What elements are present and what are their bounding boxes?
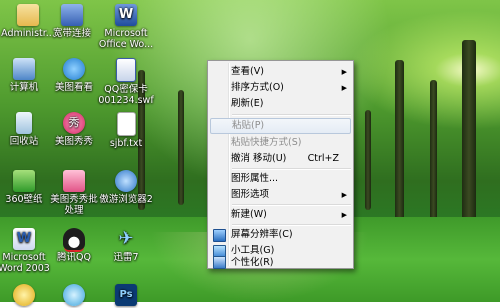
desktop-icon-label: 美图看看	[54, 82, 93, 93]
meitu-xiuxiu-icon: 秀	[63, 112, 85, 134]
menu-separator	[232, 168, 351, 170]
desktop-icon-label: sjbf.txt	[109, 138, 143, 149]
xunlei-bird-icon: ✈	[118, 228, 134, 249]
menu-item-graphics-properties[interactable]: 图形属性...	[210, 171, 351, 187]
desktop-icon-recycle-bin[interactable]: 回收站	[0, 112, 52, 147]
submenu-arrow-icon: ▶	[341, 84, 347, 92]
menu-item-sort-by[interactable]: 排序方式(O) ▶	[210, 80, 351, 96]
desktop-icon-360-wallpaper[interactable]: 360壁纸	[0, 170, 52, 205]
desktop-icon-meitu-viewer[interactable]: 美图看看	[46, 58, 102, 93]
menu-item-label: 查看(V)	[231, 66, 264, 77]
desktop-icon-qq-card-swf[interactable]: QQ密保卡 001234.swf	[98, 58, 154, 106]
qq-penguin-icon	[63, 228, 85, 250]
browser-icon	[115, 170, 137, 192]
menu-item-label: 刷新(E)	[231, 98, 264, 109]
menu-item-label: 新建(W)	[231, 209, 267, 220]
wallpaper-app-icon	[13, 170, 35, 192]
menu-item-label: 屏幕分辨率(C)	[231, 229, 293, 240]
desktop-icon-label: QQ密保卡 001234.swf	[98, 84, 154, 106]
desktop-icon-meitu-xiuxiu[interactable]: 秀 美图秀秀	[46, 112, 102, 147]
menu-item-label: 图形选项	[231, 189, 270, 200]
menu-separator	[232, 114, 351, 116]
tree-trunk	[430, 80, 437, 220]
desktop-icon-computer[interactable]: 计算机	[0, 58, 52, 93]
desktop-icon-label: 计算机	[9, 82, 39, 93]
flash-file-icon	[116, 58, 136, 82]
app-icon	[13, 284, 35, 306]
word-document-icon: W	[115, 4, 137, 26]
menu-item-label: 粘贴(P)	[232, 120, 265, 131]
desktop-icon-xunlei[interactable]: ✈ 迅雷7	[98, 228, 154, 263]
submenu-arrow-icon: ▶	[341, 68, 347, 76]
menu-item-undo-move[interactable]: 撤消 移动(U) Ctrl+Z	[210, 151, 351, 167]
word-document-icon: W	[13, 228, 35, 250]
desktop-icon-label: 美图秀秀批处理	[50, 194, 98, 216]
computer-icon	[13, 58, 35, 80]
desktop-icon-label: Microsoft Word 2003	[0, 252, 50, 274]
text-file-icon	[116, 112, 136, 136]
recycle-bin-icon	[16, 112, 32, 134]
menu-item-paste-shortcut[interactable]: 粘贴快捷方式(S)	[210, 135, 351, 151]
desktop-context-menu: 查看(V) ▶ 排序方式(O) ▶ 刷新(E) 粘贴(P) 粘贴快捷方式(S) …	[207, 60, 354, 269]
meitu-batch-icon	[63, 170, 85, 192]
desktop-icon-broadband[interactable]: 宽带连接	[44, 4, 100, 39]
tree-trunk	[365, 110, 371, 210]
desktop-icon-meitu-batch[interactable]: 美图秀秀批处理	[46, 170, 102, 216]
menu-item-graphics-options[interactable]: 图形选项 ▶	[210, 187, 351, 203]
tree-trunk	[395, 60, 404, 225]
menu-separator	[232, 204, 351, 206]
menu-item-label: 排序方式(O)	[231, 82, 284, 93]
tree-trunk	[178, 90, 184, 205]
menu-item-label: 粘贴快捷方式(S)	[231, 137, 302, 148]
menu-item-refresh[interactable]: 刷新(E)	[210, 96, 351, 112]
desktop-icon-partial[interactable]	[46, 284, 102, 308]
photoshop-icon: Ps	[115, 284, 137, 306]
submenu-arrow-icon: ▶	[341, 211, 347, 219]
menu-item-label: 个性化(R)	[231, 257, 274, 268]
desktop-icon-word-2003[interactable]: W Microsoft Word 2003	[0, 228, 52, 274]
desktop-icon-label: 傲游浏览器2	[99, 194, 153, 205]
submenu-arrow-icon: ▶	[341, 191, 347, 199]
desktop-icon-photoshop[interactable]: Ps	[98, 284, 154, 308]
network-connection-icon	[61, 4, 83, 26]
desktop-icon-label: 宽带连接	[52, 28, 91, 39]
desktop-icon-label: 360壁纸	[5, 194, 43, 205]
desktop-icon-tencent-qq[interactable]: 腾讯QQ	[46, 228, 102, 263]
desktop-icon-label: 回收站	[9, 136, 39, 147]
user-folder-icon	[17, 4, 39, 26]
menu-item-personalize[interactable]: 个性化(R)	[210, 256, 351, 269]
desktop-icon-maxthon[interactable]: 傲游浏览器2	[98, 170, 154, 205]
menu-item-new[interactable]: 新建(W) ▶	[210, 207, 351, 223]
desktop-icon-label: 美图秀秀	[54, 136, 93, 147]
desktop-icon-label: 腾讯QQ	[57, 252, 91, 263]
screen-resolution-icon	[213, 229, 226, 242]
menu-item-screen-resolution[interactable]: 屏幕分辨率(C)	[210, 227, 351, 243]
menu-item-view[interactable]: 查看(V) ▶	[210, 64, 351, 80]
tree-trunk	[462, 40, 476, 230]
menu-item-label: 图形属性...	[231, 173, 279, 184]
menu-item-label: 撤消 移动(U)	[231, 153, 287, 164]
desktop-icon-office-word[interactable]: W Microsoft Office Wo...	[98, 4, 154, 50]
desktop-icon-partial[interactable]	[0, 284, 52, 308]
meitu-viewer-icon	[63, 58, 85, 80]
app-icon	[63, 284, 85, 306]
desktop-icon-sjbf-txt[interactable]: sjbf.txt	[98, 112, 154, 149]
menu-item-paste[interactable]: 粘贴(P)	[210, 118, 351, 134]
menu-item-shortcut: Ctrl+Z	[307, 153, 339, 164]
desktop-icon-label: Microsoft Office Wo...	[98, 28, 154, 50]
menu-separator	[232, 224, 351, 226]
personalize-icon	[213, 256, 226, 269]
desktop-icon-label: 迅雷7	[113, 252, 139, 263]
